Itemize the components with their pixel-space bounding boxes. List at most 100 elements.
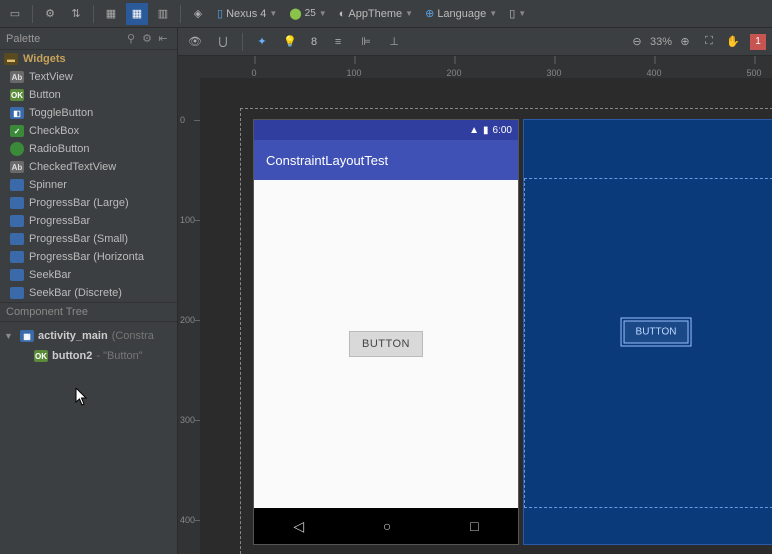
- tree-child[interactable]: OK button2 - "Button": [4, 346, 173, 366]
- seekbar-icon: [10, 287, 24, 299]
- magnet-icon[interactable]: ⋃: [212, 31, 234, 53]
- tree-root[interactable]: ▼ ▦ activity_main (Constra: [4, 326, 173, 346]
- zoom-in-icon[interactable]: ⊕: [674, 31, 696, 53]
- component-tree-header: Component Tree: [0, 302, 177, 322]
- view-design-icon[interactable]: ▦: [100, 3, 122, 25]
- view-both-icon[interactable]: ▥: [152, 3, 174, 25]
- eye-icon[interactable]: 👁: [184, 31, 206, 53]
- ruler-corner: [178, 56, 200, 78]
- nav-home-icon[interactable]: ○: [383, 518, 391, 534]
- progressbar-icon: [10, 215, 24, 227]
- chevron-down-icon: ▼: [319, 9, 327, 18]
- design-area[interactable]: ▲ ▮ 6:00 ConstraintLayoutTest BUTTON ◁ ○…: [200, 78, 772, 554]
- device-content[interactable]: BUTTON: [254, 180, 518, 508]
- checkedtext-icon: Ab: [10, 161, 24, 173]
- checkbox-icon: ✓: [10, 125, 24, 137]
- toggle-panel-icon[interactable]: ▭: [4, 3, 26, 25]
- design-toolbar: 👁 ⋃ ✦ 💡 8 ≡ ⊫ ⊥ ⊖ 33% ⊕ ⛶ ✋ 1: [178, 28, 772, 56]
- palette-item[interactable]: ◧ToggleButton: [0, 104, 177, 122]
- blueprint-button-widget[interactable]: BUTTON: [624, 321, 689, 344]
- palette-header: Palette ⚲ ⚙ ⇤: [0, 28, 177, 50]
- view-blueprint-icon[interactable]: ▦: [126, 3, 148, 25]
- wand-icon[interactable]: ✦: [251, 31, 273, 53]
- device-preview[interactable]: ▲ ▮ 6:00 ConstraintLayoutTest BUTTON ◁ ○…: [254, 120, 518, 544]
- palette-group-widgets[interactable]: ▬ Widgets: [0, 50, 177, 68]
- locale-selector[interactable]: ⊕ Language ▼: [421, 3, 501, 25]
- palette-item[interactable]: ProgressBar: [0, 212, 177, 230]
- main-toolbar: ▭ ⚙ ⇅ ▦ ▦ ▥ ◈ ▯ Nexus 4 ▼ ⬤ 25 ▼ ◐ AppTh…: [0, 0, 772, 28]
- ruler-horizontal: 0 100 200 300 400 500: [200, 56, 772, 78]
- android-icon: ⬤: [289, 7, 301, 20]
- globe-icon: ⊕: [425, 7, 434, 20]
- expand-arrow-icon[interactable]: ▼: [4, 331, 16, 341]
- palette-item[interactable]: SeekBar: [0, 266, 177, 284]
- device-selector[interactable]: ▯ Nexus 4 ▼: [213, 3, 281, 25]
- layout-icon: ▦: [20, 330, 34, 342]
- radio-icon: [10, 143, 24, 155]
- palette-item[interactable]: SeekBar (Discrete): [0, 284, 177, 302]
- phone-icon: ▯: [509, 7, 515, 20]
- toggle-icon: ◧: [10, 107, 24, 119]
- app-bar: ConstraintLayoutTest: [254, 140, 518, 180]
- wifi-icon: ▲: [469, 125, 479, 136]
- palette-item[interactable]: ProgressBar (Large): [0, 194, 177, 212]
- folder-icon: ▬: [4, 53, 18, 65]
- bulb-icon[interactable]: 💡: [279, 31, 301, 53]
- align-icon[interactable]: ⊫: [355, 31, 377, 53]
- component-tree: ▼ ▦ activity_main (Constra OK button2 - …: [0, 322, 177, 554]
- theme-icon: ◐: [339, 8, 346, 20]
- chevron-down-icon: ▼: [518, 9, 526, 18]
- gear-icon[interactable]: ⚙: [39, 3, 61, 25]
- design-canvas: 0 100 200 300 400 500 0 100 200 300 400 …: [178, 56, 772, 554]
- search-icon[interactable]: ⚲: [123, 31, 139, 47]
- progressbar-icon: [10, 251, 24, 263]
- palette-item[interactable]: ProgressBar (Small): [0, 230, 177, 248]
- error-badge[interactable]: 1: [750, 34, 766, 50]
- variant-selector[interactable]: ▯ ▼: [505, 3, 530, 25]
- button-icon: OK: [10, 89, 24, 101]
- palette-item[interactable]: ✓CheckBox: [0, 122, 177, 140]
- spinner-icon: [10, 179, 24, 191]
- gear-icon[interactable]: ⚙: [139, 31, 155, 47]
- theme-selector[interactable]: ◐ AppTheme ▼: [335, 3, 417, 25]
- battery-icon: ▮: [483, 125, 489, 136]
- palette-item[interactable]: OKButton: [0, 86, 177, 104]
- palette-item[interactable]: Spinner: [0, 176, 177, 194]
- textview-icon: Ab: [10, 71, 24, 83]
- orientation-icon[interactable]: ◈: [187, 3, 209, 25]
- status-bar: ▲ ▮ 6:00: [254, 120, 518, 140]
- chevron-down-icon: ▼: [269, 9, 277, 18]
- palette-title: Palette: [6, 33, 40, 45]
- ruler-vertical: 0 100 200 300 400: [178, 78, 200, 554]
- palette-item[interactable]: RadioButton: [0, 140, 177, 158]
- app-title: ConstraintLayoutTest: [266, 153, 388, 168]
- zoom-out-icon[interactable]: ⊖: [626, 31, 648, 53]
- guideline-icon[interactable]: ⊥: [383, 31, 405, 53]
- palette-list: ▬ Widgets AbTextView OKButton ◧ToggleBut…: [0, 50, 177, 302]
- left-panel: Palette ⚲ ⚙ ⇤ ▬ Widgets AbTextView OKBut…: [0, 28, 178, 554]
- button-widget[interactable]: BUTTON: [349, 331, 423, 357]
- progressbar-icon: [10, 197, 24, 209]
- phone-icon: ▯: [217, 7, 223, 20]
- collapse-icon[interactable]: ⇤: [155, 31, 171, 47]
- blueprint-preview[interactable]: BUTTON: [524, 120, 772, 544]
- progressbar-icon: [10, 233, 24, 245]
- nav-recent-icon[interactable]: □: [470, 518, 478, 534]
- nav-bar: ◁ ○ □: [254, 508, 518, 544]
- seekbar-icon: [10, 269, 24, 281]
- margin-selector[interactable]: 8: [307, 31, 321, 53]
- nav-back-icon[interactable]: ◁: [293, 518, 304, 535]
- chevron-down-icon: ▼: [489, 9, 497, 18]
- palette-item[interactable]: ProgressBar (Horizonta: [0, 248, 177, 266]
- sort-icon[interactable]: ⇅: [65, 3, 87, 25]
- pan-icon[interactable]: ✋: [722, 31, 744, 53]
- palette-item[interactable]: AbCheckedTextView: [0, 158, 177, 176]
- pack-icon[interactable]: ≡: [327, 31, 349, 53]
- zoom-value: 33%: [650, 36, 672, 48]
- zoom-fit-icon[interactable]: ⛶: [698, 31, 720, 53]
- chevron-down-icon: ▼: [405, 9, 413, 18]
- palette-item[interactable]: AbTextView: [0, 68, 177, 86]
- button-icon: OK: [34, 350, 48, 362]
- status-time: 6:00: [493, 125, 512, 136]
- api-selector[interactable]: ⬤ 25 ▼: [285, 3, 330, 25]
